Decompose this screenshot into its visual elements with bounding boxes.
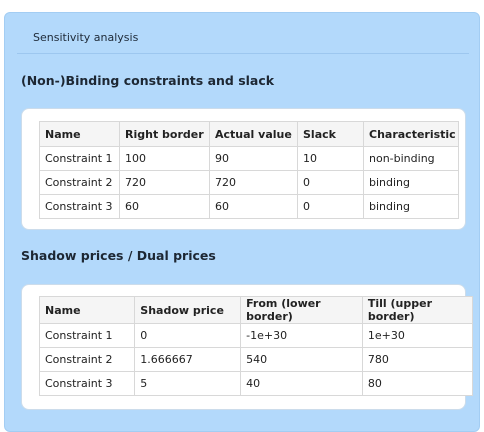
cell-name: Constraint 2: [39, 170, 120, 195]
cell-name: Constraint 3: [39, 194, 120, 219]
column-header-actual-value: Actual value: [209, 121, 298, 147]
cell-slack: 0: [297, 194, 364, 219]
cell-characteristic: binding: [363, 194, 459, 219]
cell-till-upper-border: 1e+30: [361, 323, 474, 348]
table-header-row: Name Right border Actual value Slack Cha…: [39, 121, 459, 147]
cell-right-border: 720: [119, 170, 210, 195]
cell-from-lower-border: 540: [240, 347, 363, 372]
column-header-name: Name: [39, 121, 120, 147]
cell-from-lower-border: -1e+30: [240, 323, 363, 348]
shadow-table-card: Name Shadow price From (lower border) Ti…: [21, 284, 474, 410]
cell-name: Constraint 1: [38, 323, 136, 348]
cell-shadow-price: 0: [134, 323, 242, 348]
cell-name: Constraint 2: [38, 347, 136, 372]
shadow-prices-table: Name Shadow price From (lower border) Ti…: [38, 296, 474, 396]
cell-till-upper-border: 80: [361, 371, 474, 396]
table-row: Constraint 1 0 -1e+30 1e+30: [38, 323, 474, 348]
cell-right-border: 60: [119, 194, 210, 219]
cell-slack: 0: [297, 170, 364, 195]
cell-characteristic: non-binding: [363, 146, 459, 171]
binding-constraints-table: Name Right border Actual value Slack Cha…: [39, 121, 459, 219]
table-row: Constraint 3 5 40 80: [38, 371, 474, 396]
cell-shadow-price: 5: [134, 371, 242, 396]
table-row: Constraint 3 60 60 0 binding: [39, 194, 459, 219]
cell-till-upper-border: 780: [361, 347, 474, 372]
table-row: Constraint 2 720 720 0 binding: [39, 170, 459, 195]
cell-slack: 10: [297, 146, 364, 171]
cell-actual-value: 720: [209, 170, 298, 195]
binding-table-card: Name Right border Actual value Slack Cha…: [21, 108, 466, 230]
cell-name: Constraint 1: [39, 146, 120, 171]
column-header-name: Name: [38, 296, 136, 324]
table-header-row: Name Shadow price From (lower border) Ti…: [38, 296, 474, 324]
cell-actual-value: 60: [209, 194, 298, 219]
column-header-till-upper-border: Till (upper border): [361, 296, 474, 324]
cell-shadow-price: 1.666667: [134, 347, 242, 372]
column-header-characteristic: Characteristic: [363, 121, 459, 147]
column-header-slack: Slack: [297, 121, 364, 147]
cell-right-border: 100: [119, 146, 210, 171]
sensitivity-analysis-panel: Sensitivity analysis (Non-)Binding const…: [4, 12, 480, 432]
panel-header: Sensitivity analysis: [17, 23, 469, 54]
column-header-shadow-price: Shadow price: [134, 296, 242, 324]
shadow-section-title: Shadow prices / Dual prices: [21, 248, 216, 263]
table-row: Constraint 2 1.666667 540 780: [38, 347, 474, 372]
cell-characteristic: binding: [363, 170, 459, 195]
column-header-from-lower-border: From (lower border): [240, 296, 363, 324]
panel-title: Sensitivity analysis: [33, 31, 139, 44]
column-header-right-border: Right border: [119, 121, 210, 147]
binding-section-title: (Non-)Binding constraints and slack: [21, 73, 275, 88]
table-row: Constraint 1 100 90 10 non-binding: [39, 146, 459, 171]
cell-from-lower-border: 40: [240, 371, 363, 396]
cell-name: Constraint 3: [38, 371, 136, 396]
cell-actual-value: 90: [209, 146, 298, 171]
